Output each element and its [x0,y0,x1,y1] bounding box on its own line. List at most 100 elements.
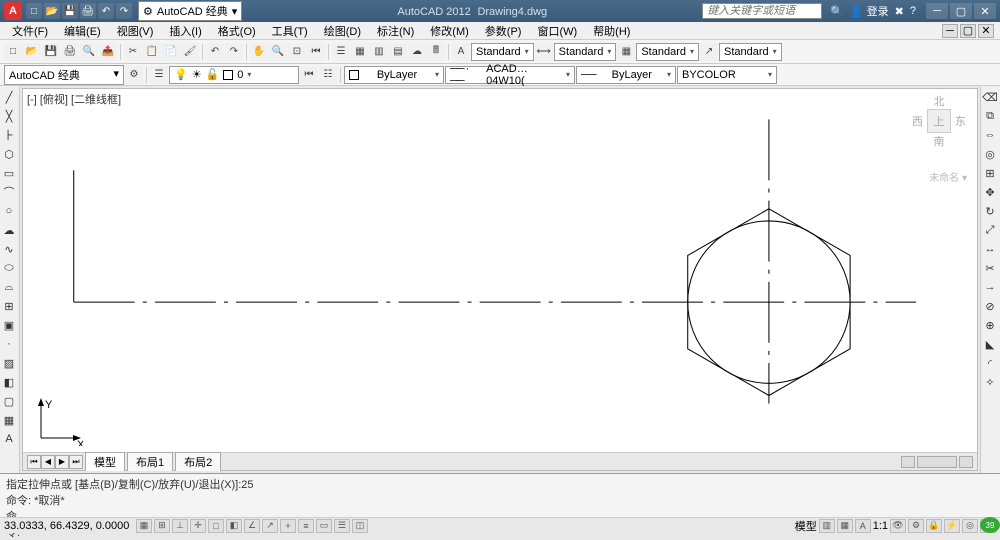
exchange-icon[interactable]: ✖ [895,5,904,18]
trim-tool-icon[interactable]: ✂ [981,259,999,277]
lwt-toggle-icon[interactable]: ≡ [298,519,314,533]
mleaderstyle-icon[interactable]: ↗ [700,43,718,61]
ducs-toggle-icon[interactable]: ↗ [262,519,278,533]
otrack-toggle-icon[interactable]: ∠ [244,519,260,533]
menu-view[interactable]: 视图(V) [111,23,160,39]
plot-icon[interactable]: 🖨 [61,43,79,61]
menu-format[interactable]: 格式(O) [212,23,262,39]
qat-save-icon[interactable]: 💾 [62,3,78,19]
pan-icon[interactable]: ✋ [250,43,268,61]
explode-tool-icon[interactable]: ✧ [981,373,999,391]
join-tool-icon[interactable]: ⊕ [981,316,999,334]
command-window[interactable]: 指定拉伸点或 [基点(B)/复制(C)/放弃(U)/退出(X)]:25 命令: … [0,473,1000,517]
break-tool-icon[interactable]: ⊘ [981,297,999,315]
menu-file[interactable]: 文件(F) [6,23,54,39]
menu-window[interactable]: 窗口(W) [531,23,583,39]
tablestyle-icon[interactable]: ▦ [617,43,635,61]
array-tool-icon[interactable]: ⊞ [981,164,999,182]
workspace-switch-icon[interactable]: ⚙ [908,519,924,533]
gradient-tool-icon[interactable]: ◧ [0,373,18,391]
qat-redo-icon[interactable]: ↷ [116,3,132,19]
undo-icon[interactable]: ↶ [206,43,224,61]
grid-toggle-icon[interactable]: ⊞ [154,519,170,533]
scroll-thumb[interactable] [917,456,957,468]
coordinates-display[interactable]: 33.0333, 66.4329, 0.0000 [4,520,134,532]
xline-tool-icon[interactable]: ╳ [0,107,18,125]
tab-prev-icon[interactable]: ◀ [41,455,55,469]
toolpalettes-icon[interactable]: ▥ [370,43,388,61]
help-icon[interactable]: ? [910,5,916,17]
workspace-combo[interactable]: AutoCAD 经典▾ [4,65,124,85]
snap-toggle-icon[interactable]: ▦ [136,519,152,533]
mleaderstyle-dropdown[interactable]: Standard▾ [719,43,782,61]
sc-toggle-icon[interactable]: ◫ [352,519,368,533]
annotation-scale[interactable]: 1:1 [873,520,888,532]
osnap-toggle-icon[interactable]: □ [208,519,224,533]
move-tool-icon[interactable]: ✥ [981,183,999,201]
qat-undo-icon[interactable]: ↶ [98,3,114,19]
qp-toggle-icon[interactable]: ☰ [334,519,350,533]
menu-help[interactable]: 帮助(H) [587,23,636,39]
chamfer-tool-icon[interactable]: ◣ [981,335,999,353]
zoom-previous-icon[interactable]: ⏮ [307,43,325,61]
tab-layout1[interactable]: 布局1 [127,452,173,471]
quickcalc-icon[interactable]: 🖩 [427,43,445,61]
copy-icon[interactable]: 📋 [143,43,161,61]
qat-open-icon[interactable]: 📂 [44,3,60,19]
tpy-toggle-icon[interactable]: ▭ [316,519,332,533]
linetype-dropdown[interactable]: ── · ── ACAD…04W10(▾ [445,66,575,84]
preview-icon[interactable]: 🔍 [80,43,98,61]
ellipsearc-tool-icon[interactable]: ⌓ [0,278,18,296]
menu-draw[interactable]: 绘图(D) [318,23,367,39]
layer-manager-icon[interactable]: ☰ [150,66,168,84]
model-paper-toggle[interactable]: 模型 [795,518,817,534]
block-tool-icon[interactable]: ▣ [0,316,18,334]
copy-tool-icon[interactable]: ⧉ [981,107,999,125]
polygon-tool-icon[interactable]: ⬡ [0,145,18,163]
hatch-tool-icon[interactable]: ▨ [0,354,18,372]
point-tool-icon[interactable]: · [0,335,18,353]
markup-icon[interactable]: ☁ [408,43,426,61]
tab-next-icon[interactable]: ▶ [55,455,69,469]
layer-dropdown[interactable]: 💡 ☀ 🔓 0 ▾ [169,66,299,84]
maximize-button[interactable]: ▢ [950,3,972,19]
search-icon[interactable]: 🔍 [830,5,844,18]
designcenter-icon[interactable]: ▦ [351,43,369,61]
tab-last-icon[interactable]: ⏭ [69,455,83,469]
layer-previous-icon[interactable]: ⏮ [300,66,318,84]
quickview-layouts-icon[interactable]: ▥ [819,519,835,533]
circle-tool-icon[interactable]: ○ [0,202,18,220]
login-button[interactable]: 👤 登录 [850,3,889,19]
erase-tool-icon[interactable]: ⌫ [981,88,999,106]
zoom-realtime-icon[interactable]: 🔍 [269,43,287,61]
qat-print-icon[interactable]: 🖨 [80,3,96,19]
dimstyle-icon[interactable]: ⟷ [535,43,553,61]
qat-new-icon[interactable]: □ [26,3,42,19]
minimize-button[interactable]: ─ [926,3,948,19]
publish-icon[interactable]: 📤 [99,43,117,61]
arc-tool-icon[interactable]: ⌒ [0,183,18,201]
tab-model[interactable]: 模型 [85,452,125,471]
menu-dimension[interactable]: 标注(N) [371,23,420,39]
scale-tool-icon[interactable]: ⤢ [981,221,999,239]
help-search-input[interactable] [702,3,822,19]
menu-edit[interactable]: 编辑(E) [58,23,107,39]
tab-first-icon[interactable]: ⏮ [27,455,41,469]
layer-states-icon[interactable]: ☷ [319,66,337,84]
ortho-toggle-icon[interactable]: ⊥ [172,519,188,533]
rotate-tool-icon[interactable]: ↻ [981,202,999,220]
cut-icon[interactable]: ✂ [124,43,142,61]
annovis-icon[interactable]: 👁 [890,519,906,533]
toolbar-lock-icon[interactable]: 🔒 [926,519,942,533]
line-tool-icon[interactable]: ╱ [0,88,18,106]
extend-tool-icon[interactable]: → [981,278,999,296]
doc-restore-button[interactable]: ▢ [960,24,976,38]
redo-icon[interactable]: ↷ [225,43,243,61]
save-icon[interactable]: 💾 [42,43,60,61]
doc-minimize-button[interactable]: ─ [942,24,958,38]
hardware-accel-icon[interactable]: ⚡ [944,519,960,533]
mtext-tool-icon[interactable]: A [0,430,18,448]
sheetset-icon[interactable]: ▤ [389,43,407,61]
properties-icon[interactable]: ☰ [332,43,350,61]
paste-icon[interactable]: 📄 [162,43,180,61]
